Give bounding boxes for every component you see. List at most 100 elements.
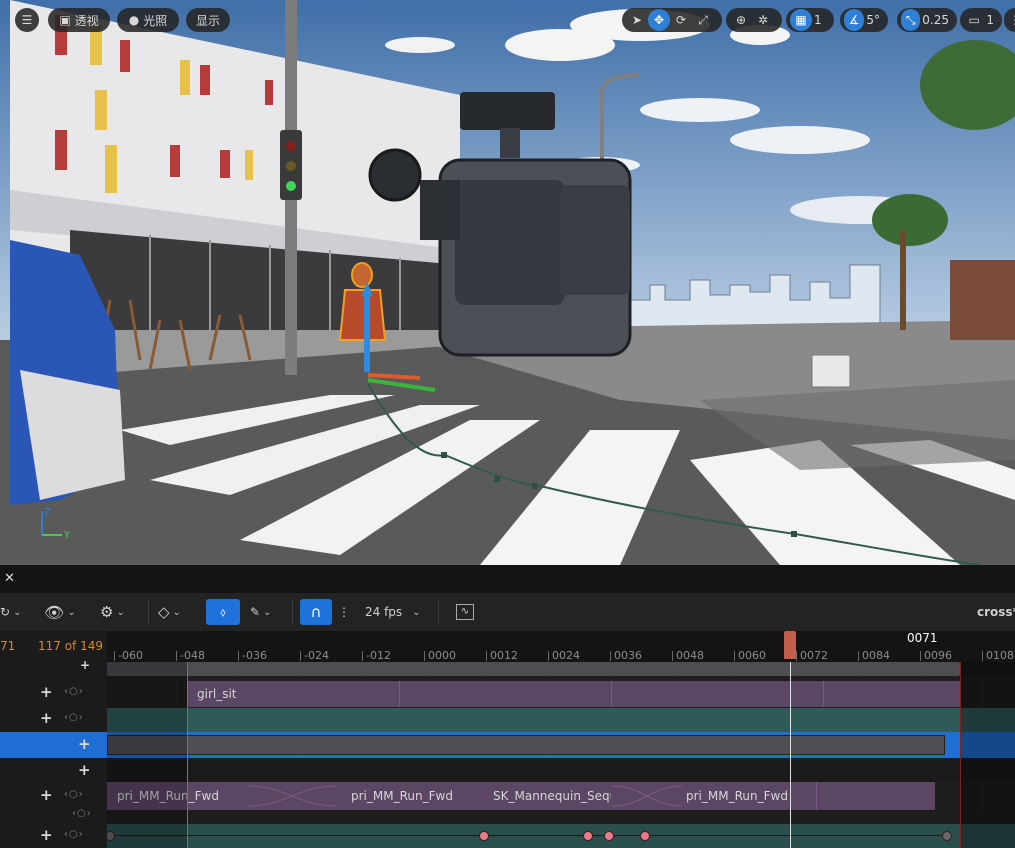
view-mode-label: 透视 [74,13,99,28]
teal-section[interactable] [107,708,1015,732]
show-button[interactable]: 显示 [186,8,230,32]
framerate-dropdown[interactable]: 24 fps ⌄ [365,601,421,623]
grid-snap-group[interactable]: ▦ 1 [786,8,834,32]
pen-icon: ✎ [250,605,261,619]
rotation-snap-group[interactable]: ∡ 5° [840,8,888,32]
grid-snap-value: 1 [814,13,822,27]
key-button[interactable]: ◇ ⌄ [158,601,181,623]
keyframe-menu-icon: ↻ [0,605,11,619]
key-navigation[interactable]: ‹○› [64,686,84,697]
anim-section-3[interactable]: SK_Mannequin_Sequ [487,782,612,810]
auto-key-button[interactable]: ⬨ [206,599,240,625]
add-track-button[interactable]: + [78,735,91,753]
chevron-down-icon: ⌄ [263,606,272,618]
frame-count: 117 of 149 [38,639,104,653]
ruler-tick-label: 0108 [986,649,1014,662]
track-controls-folder: + [0,760,100,782]
lighting-button[interactable]: ● 光照 [117,8,179,32]
rotation-snap-value: 5° [866,13,880,27]
add-track-button[interactable]: + [40,683,53,701]
ruler-tick [858,651,859,661]
ruler-tick [796,651,797,661]
track-controls-selected[interactable]: + [0,732,107,758]
track-row-folder [107,760,1015,782]
keyframe[interactable] [942,831,952,841]
keyframe[interactable] [604,831,614,841]
playhead-handle[interactable] [784,631,796,659]
add-track-button[interactable]: + [40,826,53,844]
select-arrow-icon[interactable]: ➤ [626,9,648,31]
keyframe[interactable] [583,831,593,841]
rotate-icon[interactable]: ⟳ [670,9,692,31]
keyframe[interactable] [479,831,489,841]
start-range-marker[interactable] [187,662,188,848]
keyframe-menu-button[interactable]: ↻ ⌄ [0,601,21,623]
animation-track-section: pri_MM_Run_Fwd pri_MM_Run_Fwd SK_Mannequ… [107,782,935,810]
ruler-tick-label: 0024 [552,649,580,662]
key-navigation[interactable]: ‹○› [72,808,92,819]
add-track-button[interactable]: + [80,658,90,672]
track-controls-girl-sit: + ‹○› [0,682,100,704]
grid-icon[interactable]: ▦ [790,9,812,31]
ruler-tick-label: -036 [242,649,267,662]
ruler-tick [734,651,735,661]
key-navigation[interactable]: ‹○› [64,789,84,800]
key-navigation[interactable]: ‹○› [64,712,84,723]
track-area[interactable]: girl_sit pri_MM_Run_Fwd pri_MM_Run_Fwd S… [107,662,1015,848]
view-mode-button[interactable]: ▣ 透视 [48,8,110,32]
track-row-selected [107,732,1015,758]
toolbar-divider [292,600,293,624]
camera-icon[interactable]: ▭ [964,9,984,31]
ruler-tick-label: -048 [180,649,205,662]
selected-section[interactable] [107,735,945,755]
track-controls-animation: + ‹○› [0,785,100,807]
camera-speed-value: 1 [986,13,994,27]
ruler-tick [982,651,983,661]
snap-options-button[interactable]: ⋮ [338,601,350,623]
keyframe[interactable] [640,831,650,841]
angle-icon[interactable]: ∡ [844,9,865,31]
globe-icon[interactable]: ⊕ [730,9,752,31]
ruler-tick-label: 0036 [614,649,642,662]
anim-section-2[interactable]: pri_MM_Run_Fwd [337,782,477,810]
track-row-sub [107,810,1015,824]
level-viewport[interactable]: ☰ ▣ 透视 ● 光照 显示 ➤ ✥ ⟳ ⤢ ⊕ ✲ ▦ 1 ∡ 5° ⤡ 0.… [0,0,1015,565]
track-row-animation: pri_MM_Run_Fwd pri_MM_Run_Fwd SK_Mannequ… [107,782,1015,810]
curve-editor-button[interactable]: ∿ [456,601,474,623]
move-icon[interactable]: ✥ [648,9,670,31]
scene-render[interactable] [0,0,1015,565]
actor-gear-icon: ⚙ [100,603,114,621]
curve-editor-icon: ∿ [456,604,474,620]
key-navigation[interactable]: ‹○› [64,829,84,840]
add-track-button[interactable]: + [78,761,91,779]
actor-options-button[interactable]: ⚙ ⌄ [100,601,125,623]
lighting-label: 光照 [143,13,168,28]
track-controls-root: + [0,658,100,674]
scale-snap-icon[interactable]: ⤡ [901,9,921,31]
hamburger-menu-icon: ☰ [21,13,33,27]
chevron-down-icon: ⌄ [116,606,125,618]
root-section[interactable] [107,662,960,676]
ruler-tick-label: 0060 [738,649,766,662]
track-row-keys [107,824,1015,848]
auto-key-icon: ⬨ [220,604,226,619]
add-track-button[interactable]: + [40,786,53,804]
draw-tool-button[interactable]: ✎ ⌄ [250,601,271,623]
add-track-button[interactable]: + [40,709,53,727]
view-options-button[interactable]: 👁 ⌄ [44,601,76,623]
girl-sit-section[interactable]: girl_sit [187,681,960,707]
ruler-tick [176,651,177,661]
scale-icon[interactable]: ⤢ [692,9,714,31]
ruler-tick [114,651,115,661]
camera-speed-group[interactable]: ▭ 1 [960,8,1002,32]
viewport-menu-button[interactable]: ☰ [15,8,39,32]
anim-section-4[interactable]: pri_MM_Run_Fwd [682,782,817,810]
scale-snap-group[interactable]: ⤡ 0.25 [897,8,957,32]
ruler-tick [300,651,301,661]
time-ruler[interactable]: -060 -048 -036 -024 -012 0000 0012 0024 0036 0048… [107,631,1015,662]
playhead-line [790,662,791,848]
snap-button[interactable]: ∩ [300,599,332,625]
sequencer-outliner: 71 117 of 149 + + ‹○› + ‹○› + + + ‹○› ‹○… [0,631,107,848]
close-icon[interactable]: ✕ [4,571,15,586]
surface-snap-icon[interactable]: ✲ [752,9,774,31]
